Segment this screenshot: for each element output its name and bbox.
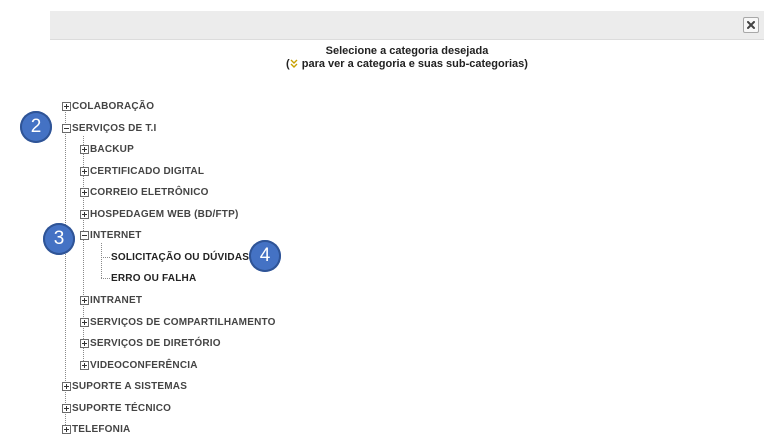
dialog-subheading: ( para ver a categoria e suas sub-catego… bbox=[286, 58, 528, 70]
tree-node-certificado-digital[interactable]: CERTIFICADO DIGITAL bbox=[80, 164, 204, 178]
expand-icon[interactable] bbox=[80, 317, 89, 327]
close-icon bbox=[747, 21, 755, 29]
expand-icon[interactable] bbox=[80, 144, 89, 154]
double-chevron-down-icon bbox=[290, 59, 298, 68]
tree-node-suporte-sistemas[interactable]: SUPORTE A SISTEMAS bbox=[62, 379, 187, 393]
tree-node-servicos-compartilhamento[interactable]: SERVIÇOS DE COMPARTILHAMENTO bbox=[80, 315, 276, 329]
expand-icon[interactable] bbox=[62, 101, 71, 111]
expand-icon[interactable] bbox=[80, 166, 89, 176]
step-badge-3: 3 bbox=[43, 223, 75, 255]
tree-connector bbox=[101, 256, 110, 258]
dialog-titlebar bbox=[50, 11, 764, 40]
close-button[interactable] bbox=[743, 17, 759, 33]
collapse-icon[interactable] bbox=[80, 230, 89, 240]
tree-node-hospedagem-web[interactable]: HOSPEDAGEM WEB (BD/FTP) bbox=[80, 207, 239, 221]
tree-node-correio-eletronico[interactable]: CORREIO ELETRÔNICO bbox=[80, 185, 209, 199]
tree-node-telefonia[interactable]: TELEFONIA bbox=[62, 422, 130, 436]
tree-connector bbox=[101, 277, 110, 279]
tree-leaf-solicitacao-ou-duvidas[interactable]: SOLICITAÇÃO OU DÚVIDAS bbox=[101, 250, 249, 264]
step-badge-4: 4 bbox=[249, 240, 281, 272]
tree-node-servicos-ti[interactable]: SERVIÇOS DE T.I bbox=[62, 121, 157, 135]
expand-icon[interactable] bbox=[80, 295, 89, 305]
expand-icon[interactable] bbox=[80, 360, 89, 370]
step-badge-2: 2 bbox=[20, 111, 52, 143]
expand-icon[interactable] bbox=[62, 381, 71, 391]
tree-leaf-erro-ou-falha[interactable]: ERRO OU FALHA bbox=[101, 271, 196, 285]
expand-icon[interactable] bbox=[80, 187, 89, 197]
expand-icon[interactable] bbox=[80, 209, 89, 219]
expand-icon[interactable] bbox=[62, 424, 71, 434]
expand-icon[interactable] bbox=[80, 338, 89, 348]
collapse-icon[interactable] bbox=[62, 123, 71, 133]
tree-node-backup[interactable]: BACKUP bbox=[80, 142, 134, 156]
dialog-heading: Selecione a categoria desejada bbox=[325, 45, 489, 57]
expand-icon[interactable] bbox=[62, 403, 71, 413]
tree-node-videoconferencia[interactable]: VIDEOCONFERÊNCIA bbox=[80, 358, 198, 372]
tree-node-colaboracao[interactable]: COLABORAÇÃO bbox=[62, 99, 154, 113]
tree-node-servicos-diretorio[interactable]: SERVIÇOS DE DIRETÓRIO bbox=[80, 336, 221, 350]
tree-node-suporte-tecnico[interactable]: SUPORTE TÉCNICO bbox=[62, 401, 171, 415]
tree-node-intranet[interactable]: INTRANET bbox=[80, 293, 142, 307]
tree-node-internet[interactable]: INTERNET bbox=[80, 228, 142, 242]
